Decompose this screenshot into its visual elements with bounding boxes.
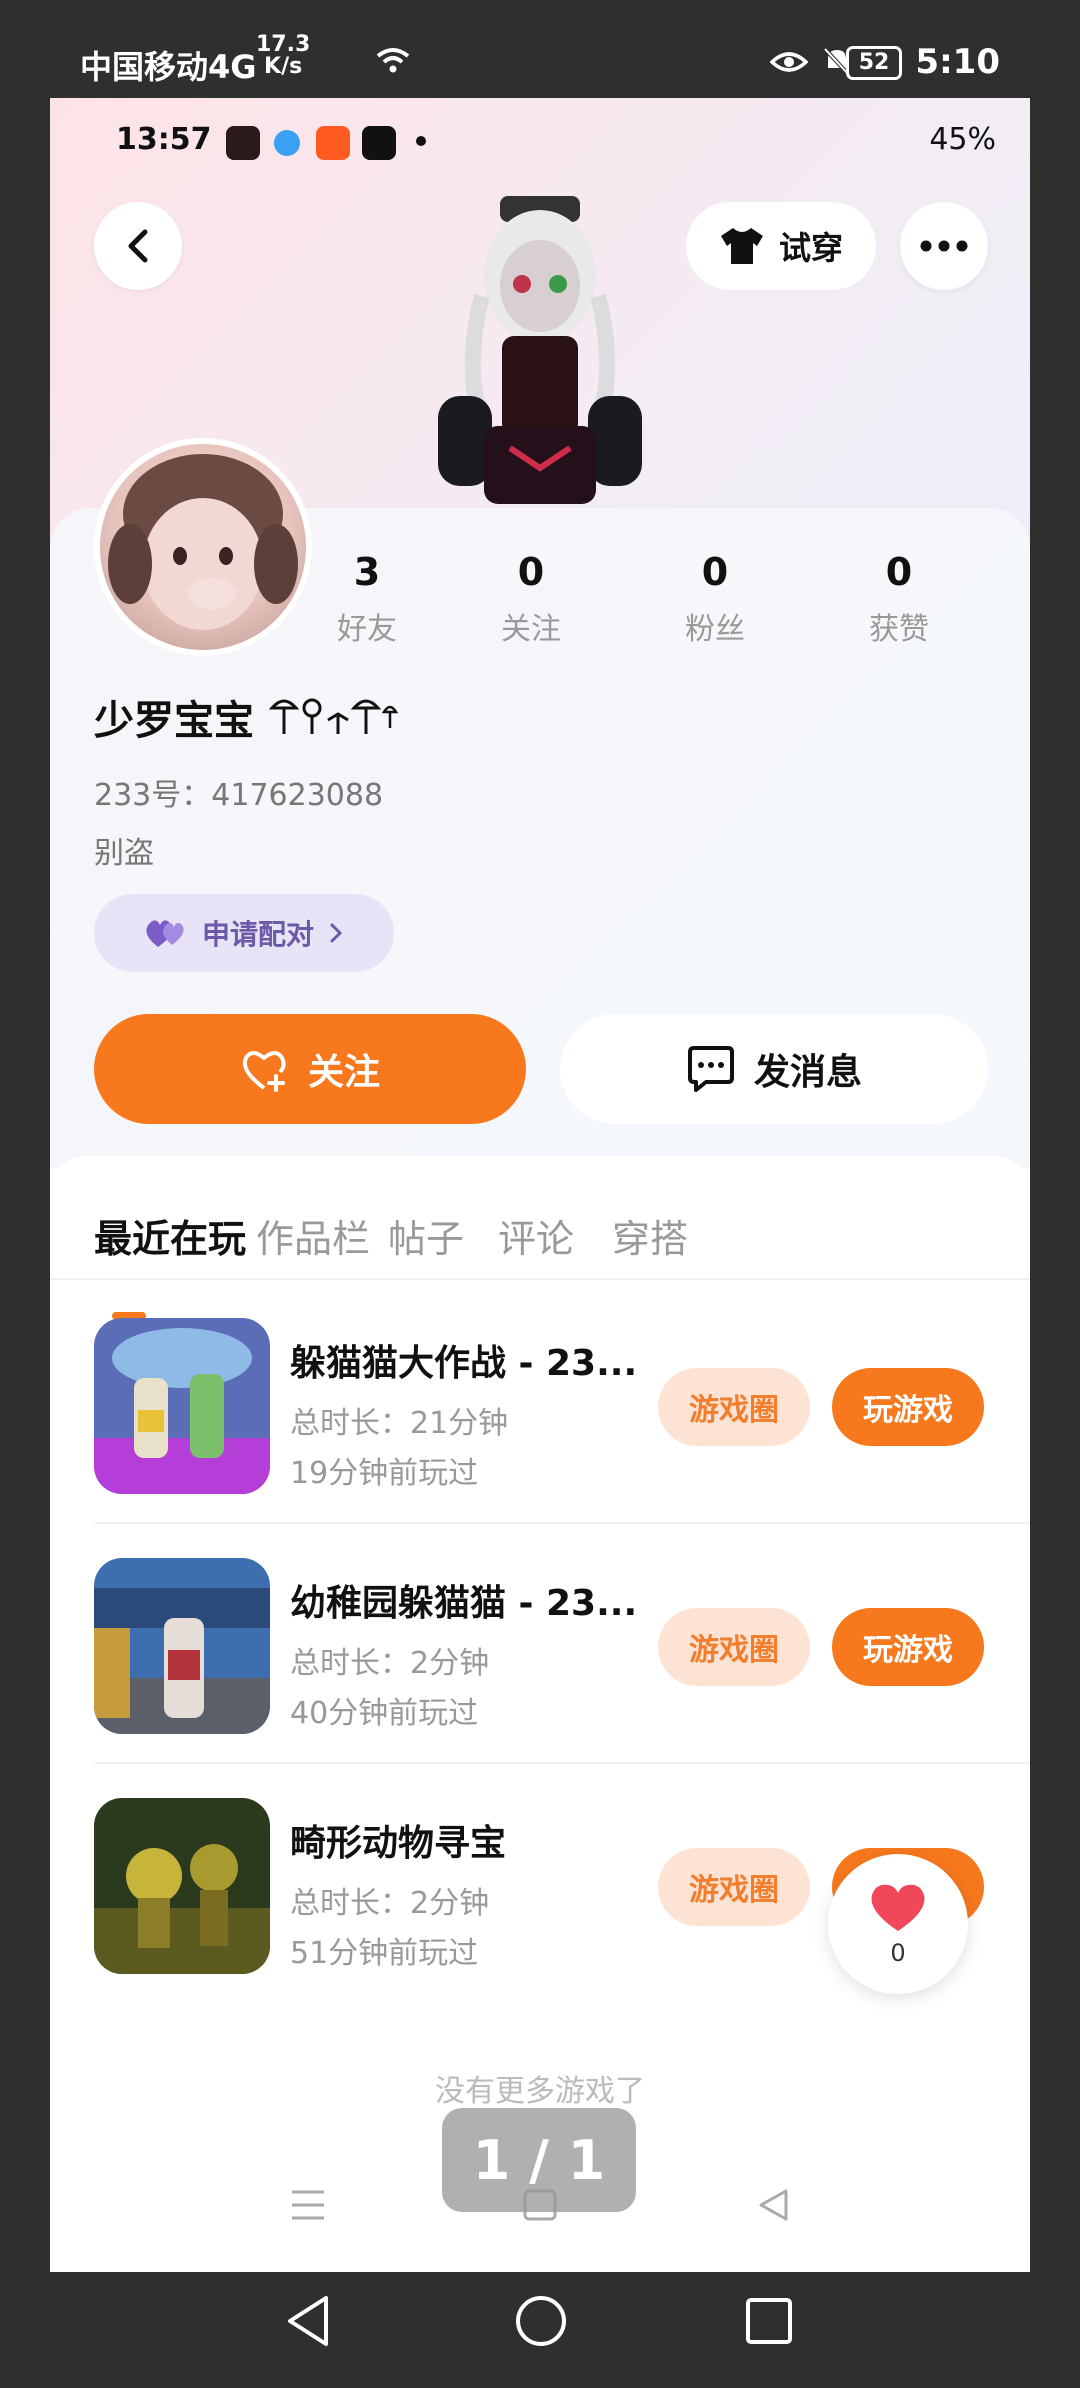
game-thumbnail (94, 1558, 270, 1734)
list-item[interactable]: 躲猫猫大作战 - 23... 总时长：21分钟 19分钟前玩过 游戏圈 玩游戏 (50, 1280, 1030, 1520)
mushroom-emoji-icon (268, 698, 399, 734)
net-speed-unit: K/s (264, 54, 303, 79)
chat-bubble-icon (687, 1046, 734, 1092)
game-duration: 总时长：2分钟 (290, 1646, 490, 1681)
game-thumbnail-image (94, 1318, 270, 1494)
nav-back-icon[interactable] (284, 2294, 332, 2348)
system-status-bar: 中国移动4G 17.3 K/s 52 5:10 (0, 0, 1080, 96)
more-dots-icon (920, 240, 968, 252)
tab-posts[interactable]: 帖子 (388, 1208, 464, 1263)
tshirt-icon (720, 228, 763, 264)
user-id: 233号：417623088 (94, 770, 383, 814)
user-bio: 别盗 (94, 836, 154, 871)
heart-plus-icon (242, 1051, 286, 1092)
menu-icon (292, 2190, 324, 2220)
like-count: 0 (890, 1939, 906, 1967)
avatar-photo (108, 454, 298, 630)
try-on-button[interactable]: 试穿 (686, 202, 876, 290)
request-pair-button[interactable]: 申请配对 (94, 894, 394, 972)
follow-label: 关注 (307, 1052, 380, 1093)
stat-likes[interactable]: 0 获赞 (824, 550, 974, 648)
game-circle-button[interactable]: 游戏圈 (658, 1608, 810, 1686)
tab-recently-played[interactable]: 最近在玩 (94, 1208, 246, 1263)
net-speed-value: 17.3 (256, 32, 311, 57)
user-id-value: 417623088 (211, 778, 384, 813)
tab-comments[interactable]: 评论 (498, 1208, 574, 1263)
tab-works[interactable]: 作品栏 (256, 1208, 370, 1263)
request-pair-label: 申请配对 (201, 918, 314, 951)
user-id-label: 233号： (94, 778, 212, 813)
nav-recents-icon[interactable] (744, 2296, 794, 2346)
back-button[interactable] (94, 202, 182, 290)
game-title: 畸形动物寻宝 (290, 1823, 507, 1864)
douyin-app-icon (226, 126, 260, 160)
system-navigation-bar (0, 2272, 1080, 2388)
inner-status-bar: 13:57 45% (116, 122, 996, 166)
stat-label: 获赞 (869, 612, 929, 647)
stat-value: 3 (353, 550, 381, 594)
inner-battery: 45% (929, 122, 996, 157)
username: 少罗宝宝 (94, 688, 399, 746)
send-message-button[interactable]: 发消息 (560, 1014, 988, 1124)
page-indicator: 1 / 1 (442, 2108, 636, 2212)
list-item[interactable]: 幼稚园躲猫猫 - 23... 总时长：2分钟 40分钟前玩过 游戏圈 玩游戏 (50, 1520, 1030, 1760)
wifi-icon (376, 48, 410, 73)
stat-label: 好友 (337, 612, 397, 647)
heart-icon (871, 1884, 925, 1931)
game-thumbnail-image (94, 1558, 270, 1734)
play-game-button[interactable]: 玩游戏 (832, 1608, 984, 1686)
net-speed: 17.3 K/s (256, 34, 310, 78)
stat-value: 0 (701, 550, 729, 594)
chevron-left-icon (128, 229, 148, 263)
battery-indicator: 52 (846, 46, 902, 80)
game-duration: 总时长：21分钟 (290, 1406, 509, 1441)
stat-label: 关注 (501, 612, 561, 647)
game-duration: 总时长：2分钟 (290, 1886, 490, 1921)
app-screenshot: 13:57 45% 试穿 3 好友 0 关注 0 粉丝 0 获赞 少罗宝宝 23… (50, 98, 1030, 2272)
stat-value: 0 (885, 550, 913, 594)
game-title: 幼稚园躲猫猫 - 23... (290, 1583, 638, 1624)
stat-friends[interactable]: 3 好友 (292, 550, 442, 648)
profile-tabs: 最近在玩 作品栏 帖子 评论 穿搭 (50, 1156, 1030, 1320)
send-message-label: 发消息 (753, 1052, 862, 1093)
inner-time: 13:57 (116, 122, 212, 157)
tab-outfits[interactable]: 穿搭 (612, 1208, 688, 1263)
back-triangle-icon (759, 2189, 788, 2221)
stat-label: 粉丝 (685, 612, 745, 647)
video-app-icon (316, 126, 350, 160)
game-thumbnail (94, 1798, 270, 1974)
user-avatar[interactable] (94, 438, 312, 656)
carrier-label: 中国移动4G (80, 48, 257, 86)
no-more-games-text: 没有更多游戏了 (435, 2074, 645, 2109)
avatar-character (438, 196, 642, 504)
game-circle-button[interactable]: 游戏圈 (658, 1368, 810, 1446)
game-title: 躲猫猫大作战 - 23... (290, 1343, 638, 1384)
game-last-played: 19分钟前玩过 (290, 1456, 479, 1491)
try-on-label: 试穿 (778, 229, 843, 267)
app-icon (274, 130, 300, 156)
floating-like-button[interactable]: 0 (828, 1854, 968, 1994)
system-time: 5:10 (915, 42, 1000, 82)
follow-button[interactable]: 关注 (94, 1014, 526, 1124)
play-game-button[interactable]: 玩游戏 (832, 1368, 984, 1446)
username-text: 少罗宝宝 (94, 698, 254, 744)
tiktok-app-icon (362, 126, 396, 160)
stat-followers[interactable]: 0 粉丝 (640, 550, 790, 648)
chevron-right-icon (330, 923, 343, 943)
eye-icon (770, 52, 808, 72)
double-heart-icon (146, 920, 184, 947)
game-last-played: 40分钟前玩过 (290, 1696, 479, 1731)
game-circle-button[interactable]: 游戏圈 (658, 1848, 810, 1926)
nav-home-icon[interactable] (514, 2294, 568, 2348)
game-thumbnail-image (94, 1798, 270, 1974)
stat-value: 0 (517, 550, 545, 594)
stat-following[interactable]: 0 关注 (456, 550, 606, 648)
game-last-played: 51分钟前玩过 (290, 1936, 479, 1971)
more-options-button[interactable] (900, 202, 988, 290)
game-thumbnail (94, 1318, 270, 1494)
more-notifications-dot (416, 136, 426, 146)
